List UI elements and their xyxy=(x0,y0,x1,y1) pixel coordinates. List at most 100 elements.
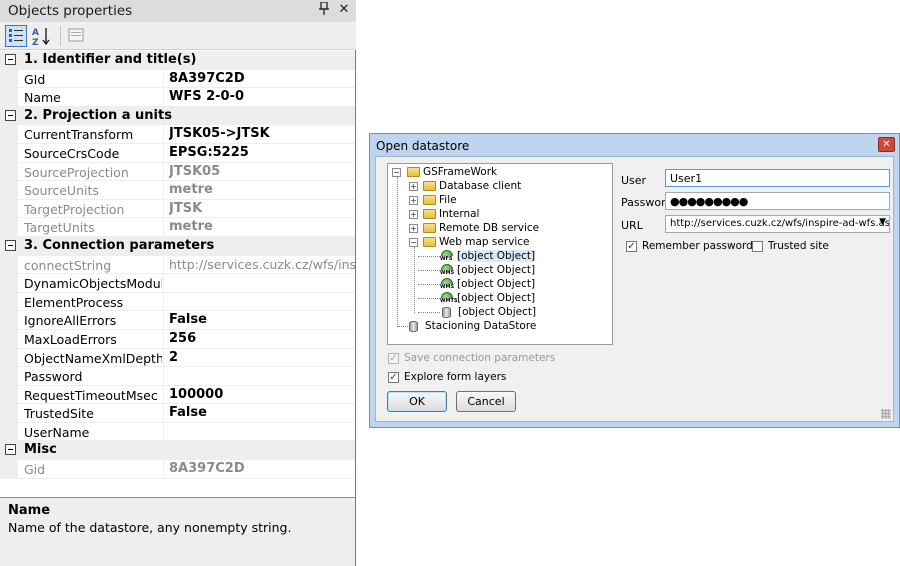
property-row[interactable]: UserName xyxy=(0,422,355,442)
column-divider xyxy=(163,292,164,311)
property-row[interactable]: connectString http://services.cuzk.cz/wfs… xyxy=(0,255,355,275)
panel-title-bar: Objects properties ✕ xyxy=(0,0,356,22)
tree-node-folder[interactable]: + Internal xyxy=(388,208,612,222)
property-value[interactable]: metre xyxy=(169,219,355,234)
property-row[interactable]: GId 8A397C2D xyxy=(0,69,355,89)
column-divider xyxy=(163,125,164,143)
expand-icon[interactable]: + xyxy=(409,196,418,205)
collapse-icon[interactable] xyxy=(5,444,16,456)
expand-icon[interactable]: + xyxy=(409,224,418,233)
category-row[interactable]: 1. Identifier and title(s) xyxy=(0,51,355,70)
close-icon[interactable]: ✕ xyxy=(336,2,352,18)
collapse-icon[interactable] xyxy=(5,109,16,121)
category-row[interactable]: 2. Projection a units xyxy=(0,106,355,126)
property-row[interactable]: SourceCrsCode EPSG:5225 xyxy=(0,143,355,163)
chevron-down-icon[interactable]: ▼ xyxy=(879,217,886,227)
property-row[interactable]: SourceUnits metre xyxy=(0,181,355,200)
property-value[interactable]: EPSG:5225 xyxy=(169,145,355,160)
row-gutter xyxy=(0,181,18,199)
collapse-icon[interactable] xyxy=(5,239,16,251)
toolbar-separator xyxy=(60,26,61,46)
row-gutter xyxy=(0,385,18,404)
cancel-button[interactable]: Cancel xyxy=(456,391,516,412)
column-divider xyxy=(163,329,164,348)
alphabetical-sort-icon[interactable]: A Z xyxy=(31,25,53,48)
property-value[interactable]: False xyxy=(169,312,355,327)
property-value[interactable]: JTSK05->JTSK xyxy=(169,126,355,141)
pin-icon[interactable] xyxy=(316,1,332,18)
column-divider xyxy=(163,460,164,478)
property-value[interactable]: 2 xyxy=(169,350,355,365)
column-divider xyxy=(163,143,164,162)
property-row[interactable]: DynamicObjectsModule xyxy=(0,274,355,293)
explore-form-layers-checkbox[interactable]: ✓ xyxy=(388,372,399,383)
help-text: Name of the datastore, any nonempty stri… xyxy=(8,520,292,535)
property-row[interactable]: ElementProcess xyxy=(0,292,355,312)
property-name: TargetUnits xyxy=(24,220,95,236)
save-connection-checkbox[interactable]: ✓ xyxy=(388,353,399,364)
help-title: Name xyxy=(8,503,51,518)
collapse-icon[interactable] xyxy=(5,54,16,65)
property-row[interactable]: ObjectNameXmlDepth 2 xyxy=(0,348,355,368)
property-value[interactable]: 8A397C2D xyxy=(169,461,355,476)
column-divider xyxy=(163,404,164,422)
property-value[interactable]: 256 xyxy=(169,331,355,346)
remember-password-checkbox[interactable]: ✓ xyxy=(626,241,637,252)
tree-node-datastore[interactable]: Stacioning DataStore xyxy=(388,320,612,334)
tree-node-root[interactable]: − GSFrameWork xyxy=(388,166,612,180)
tree-node-label: Database client xyxy=(439,180,522,192)
property-row[interactable]: TargetProjection JTSK xyxy=(0,199,355,219)
open-datastore-dialog: Open datastore ✕ − GSFrameWork + Database c… xyxy=(369,133,900,428)
trusted-site-checkbox[interactable] xyxy=(752,241,763,252)
property-value[interactable]: JTSK05 xyxy=(169,164,355,179)
user-input[interactable]: User1 xyxy=(665,169,890,187)
password-input[interactable]: ●●●●●●●●● xyxy=(665,192,890,210)
property-row[interactable]: RequestTimeoutMsec 100000 xyxy=(0,385,355,405)
tree-node-label: [object Object] xyxy=(457,250,536,262)
property-row[interactable]: CurrentTransform JTSK05->JTSK xyxy=(0,125,355,144)
expand-icon[interactable]: − xyxy=(392,168,401,177)
property-value[interactable]: 8A397C2D xyxy=(169,71,355,86)
property-value[interactable]: metre xyxy=(169,182,355,197)
property-value[interactable]: False xyxy=(169,405,355,420)
property-row[interactable]: TrustedSite False xyxy=(0,404,355,423)
tree-node-folder[interactable]: + File xyxy=(388,194,612,208)
column-divider xyxy=(163,181,164,199)
folder-icon xyxy=(423,223,436,233)
column-divider xyxy=(163,88,164,106)
property-row[interactable]: Password xyxy=(0,367,355,386)
category-row[interactable]: Misc xyxy=(0,441,355,461)
resize-grip-icon[interactable] xyxy=(881,409,891,419)
expand-icon[interactable]: + xyxy=(409,210,418,219)
property-row[interactable]: Gid 8A397C2D xyxy=(0,460,355,479)
property-value[interactable]: http://services.cuzk.cz/wfs/inspire xyxy=(169,257,355,272)
categorized-view-icon[interactable] xyxy=(5,25,27,47)
close-icon[interactable]: ✕ xyxy=(878,137,895,152)
url-dropdown[interactable]: http://services.cuzk.cz/wfs/inspire-ad-w… xyxy=(665,215,890,233)
expand-icon[interactable]: − xyxy=(409,238,418,247)
dialog-body: − GSFrameWork + Database client + File + Intern… xyxy=(375,156,894,422)
tree-connector-horizontal xyxy=(418,256,440,258)
property-value[interactable]: 100000 xyxy=(169,387,355,402)
property-row[interactable]: SourceProjection JTSK05 xyxy=(0,162,355,182)
column-divider xyxy=(163,274,164,292)
folder-icon xyxy=(407,167,420,177)
property-pages-icon[interactable] xyxy=(66,25,88,47)
tree-node-folder[interactable]: + Database client xyxy=(388,180,612,194)
ok-button[interactable]: OK xyxy=(387,391,447,412)
tree-node-label: Remote DB service xyxy=(439,222,540,234)
tree-node-folder[interactable]: + Remote DB service xyxy=(388,222,612,236)
column-divider xyxy=(163,385,164,404)
property-row[interactable]: TargetUnits metre xyxy=(0,218,355,237)
category-row[interactable]: 3. Connection parameters xyxy=(0,236,355,256)
expand-icon[interactable]: + xyxy=(409,182,418,191)
property-row[interactable]: IgnoreAllErrors False xyxy=(0,311,355,330)
property-value[interactable]: JTSK xyxy=(169,201,355,216)
property-value[interactable]: WFS 2-0-0 xyxy=(169,89,355,104)
panel-title: Objects properties xyxy=(8,3,133,19)
datastore-tree[interactable]: − GSFrameWork + Database client + File + Intern… xyxy=(387,163,613,345)
property-row[interactable]: Name WFS 2-0-0 xyxy=(0,88,355,107)
column-divider xyxy=(163,422,164,441)
tree-node-folder[interactable]: − Web map service xyxy=(388,236,612,250)
property-row[interactable]: MaxLoadErrors 256 xyxy=(0,329,355,349)
